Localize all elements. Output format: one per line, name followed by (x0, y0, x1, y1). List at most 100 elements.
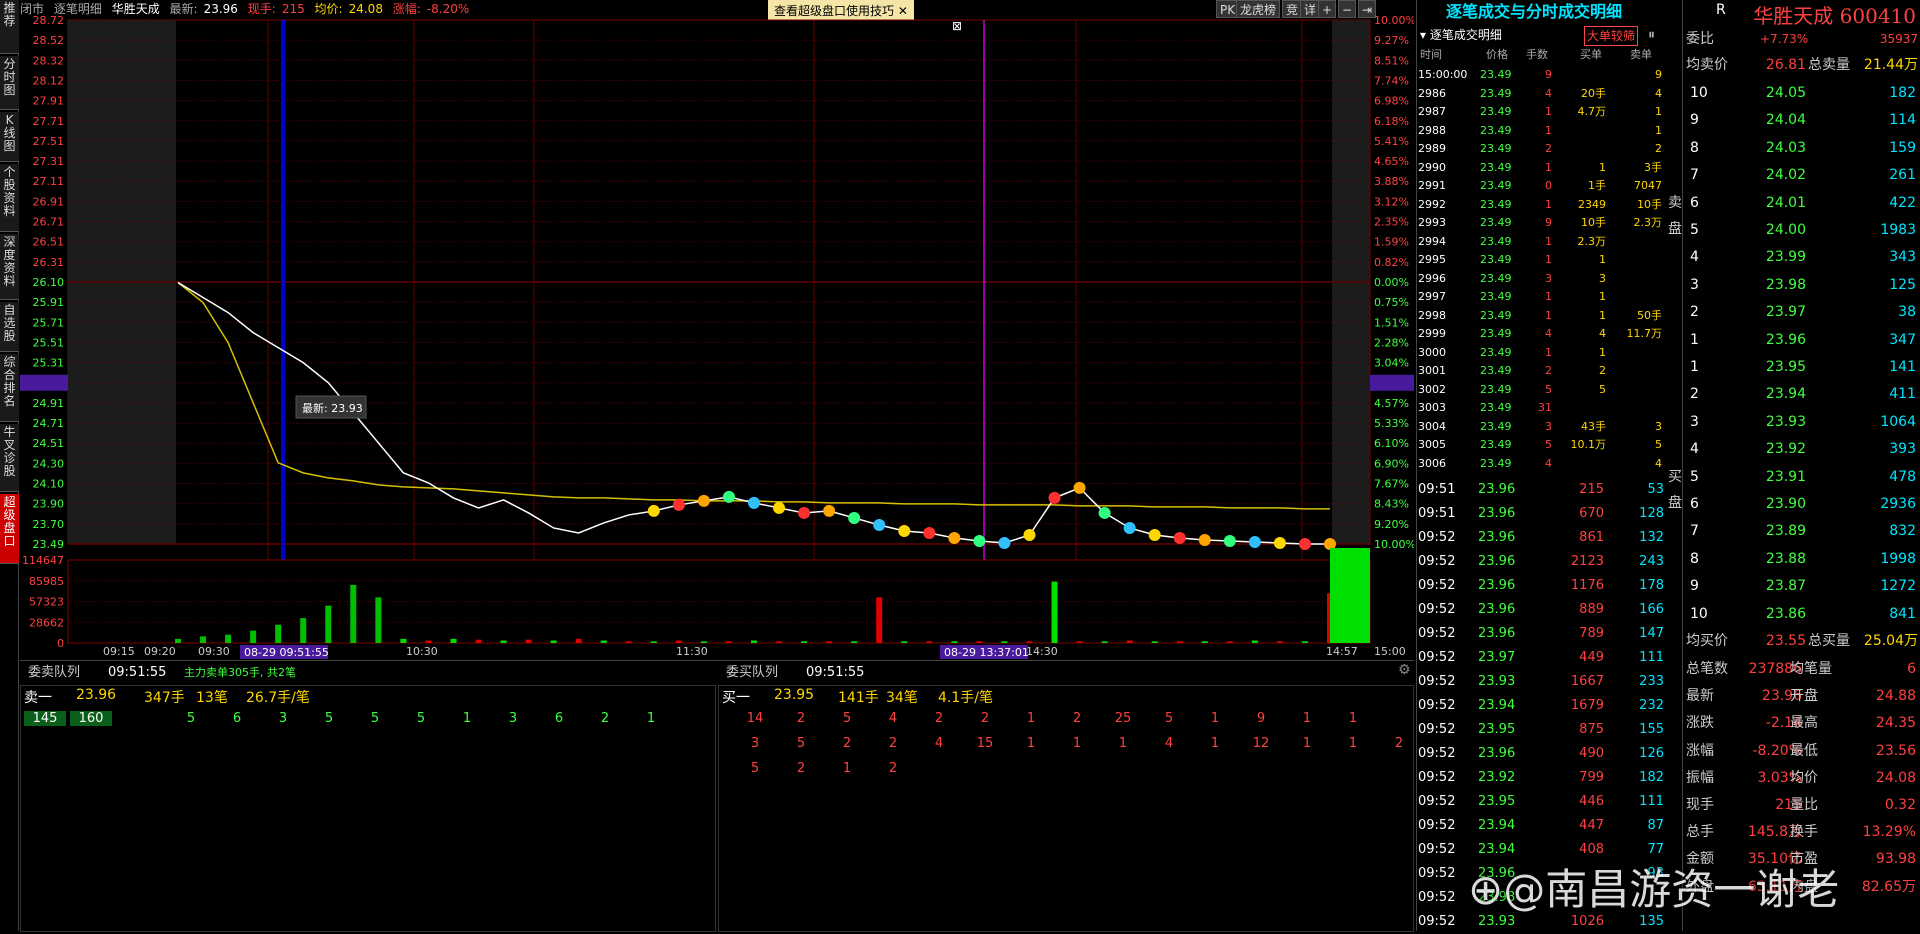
buy-queue-item: 2 (796, 761, 806, 776)
book-level-price: 23.87 (1765, 578, 1806, 595)
volume-bar (976, 641, 983, 643)
trade-cell (1566, 66, 1606, 84)
buy-queue-item: 2 (934, 711, 944, 726)
pct-tick-label: 9.27% (1374, 34, 1409, 47)
book-level[interactable]: 6 24.01 422 (1686, 190, 1920, 217)
trade-cell (1566, 122, 1606, 140)
book-level[interactable]: 8 23.88 1998 (1686, 546, 1920, 573)
buy-queue-item: 4 (888, 711, 898, 726)
trade-cell: 2994 (1418, 234, 1446, 248)
sidebar-item-1[interactable]: 分时图 (0, 56, 19, 110)
book-level[interactable]: 2 23.94 411 (1686, 381, 1920, 408)
book-level-vol: 393 (1889, 441, 1916, 458)
book-level[interactable]: 9 23.87 1272 (1686, 573, 1920, 600)
stat-cell: 涨幅 (1686, 742, 1714, 759)
volume-bar (650, 641, 657, 643)
trade-cell: 3 (1545, 271, 1552, 285)
minute-cell: 09:52 (1418, 866, 1456, 881)
gear-icon[interactable]: ⚙ (1398, 662, 1411, 678)
sidebar-item-6[interactable]: 综合排名 (0, 354, 19, 422)
trade-cell: 23.49 (1480, 308, 1512, 322)
minute-cell: 23.96 (1478, 626, 1516, 641)
book-level[interactable]: 5 23.91 478 (1686, 464, 1920, 491)
trade-cell: 3 (1655, 419, 1662, 433)
sell-queue-item[interactable]: 6 (216, 711, 258, 726)
book-level-vol: 841 (1889, 605, 1916, 622)
pct-tick-label: 6.98% (1374, 95, 1409, 108)
sell-queue-item[interactable]: 5 (170, 711, 212, 726)
sidebar-item-3[interactable]: 个股资料 (0, 164, 19, 232)
intraday-chart[interactable]: 28.72 10.00% 28.52 9.27% 28.32 8.51% 28.12 7.74… (20, 0, 1414, 668)
minute-cell: 23.94 (1478, 818, 1516, 833)
book-level-vol: 1064 (1880, 413, 1916, 430)
sell-queue-item[interactable]: 5 (400, 711, 442, 726)
sell-queue-item[interactable]: 3 (492, 711, 534, 726)
minute-cell: 09:52 (1418, 818, 1456, 833)
book-level-vol: 347 (1889, 331, 1916, 348)
buy-queue-item: 1 (842, 761, 852, 776)
pause-icon[interactable]: ⏸ (1648, 26, 1655, 44)
time-tick-label: 14:30 (1026, 645, 1058, 658)
price-tick-label: 25.71 (33, 316, 65, 329)
sell-queue-item[interactable]: 1 (630, 711, 672, 726)
sell-queue-item[interactable]: 3 (262, 711, 304, 726)
quote-stock-title: 华胜天成 600410 (1716, 0, 1916, 29)
minute-cell: 23.97 (1478, 650, 1516, 665)
book-level[interactable]: 1 23.96 347 (1686, 327, 1920, 354)
book-level[interactable]: 5 24.00 1983 (1686, 217, 1920, 244)
big-order-filter-button[interactable]: 大单较筛 (1584, 26, 1639, 46)
sidebar-item-4[interactable]: 深度资料 (0, 234, 19, 300)
book-level[interactable]: 7 24.02 261 (1686, 162, 1920, 189)
book-level-num: 4 (1690, 249, 1699, 266)
book-level[interactable]: 6 23.90 2936 (1686, 491, 1920, 518)
volume-bar (350, 584, 357, 643)
sidebar-item-7[interactable]: 牛叉诊股 (0, 424, 19, 492)
book-level[interactable]: 4 23.92 393 (1686, 436, 1920, 463)
stat-cell: 换手 (1790, 824, 1818, 841)
book-level[interactable]: 3 23.93 1064 (1686, 409, 1920, 436)
book-level[interactable]: 10 23.86 841 (1686, 601, 1920, 628)
trade-cell (1622, 399, 1662, 417)
book-level[interactable]: 7 23.89 832 (1686, 518, 1920, 545)
trade-dot (873, 518, 886, 531)
sell-queue-item[interactable]: 1 (446, 711, 488, 726)
book-level-price: 23.93 (1765, 413, 1806, 430)
sell-queue-item[interactable]: 6 (538, 711, 580, 726)
buy1-avg: 4.1手/笔 (938, 690, 993, 706)
vol-tick-label: 85985 (29, 575, 64, 588)
pct-tick-label: 6.18% (1374, 115, 1409, 128)
book-level-price: 23.94 (1765, 386, 1806, 403)
sell-queue-item[interactable]: 5 (308, 711, 350, 726)
book-level[interactable]: 3 23.98 125 (1686, 272, 1920, 299)
minute-cell: 23.94 (1478, 698, 1516, 713)
total-buy-label: 总买量 (1808, 633, 1850, 649)
stat-cell: 23.56 (1875, 742, 1916, 759)
sidebar-item-0[interactable]: 推荐 (0, 0, 19, 54)
book-level[interactable]: 8 24.03 159 (1686, 135, 1920, 162)
trade-cell: 5 (1655, 438, 1662, 451)
sell-queue-item[interactable]: 2 (584, 711, 626, 726)
sell-queue-item[interactable]: 160 (70, 711, 112, 726)
sell-queue-item[interactable]: 5 (354, 711, 396, 726)
book-level-num: 2 (1690, 386, 1699, 403)
sidebar-item-2[interactable]: K线图 (0, 112, 19, 162)
sell-queue-item[interactable]: 145 (24, 711, 66, 726)
total-sell-value: 21.44万 (1863, 57, 1918, 73)
book-level[interactable]: 10 24.05 182 (1686, 80, 1920, 107)
trade-cell: 23.49 (1480, 105, 1512, 118)
sidebar-item-5[interactable]: 自选股 (0, 302, 19, 352)
book-level-num: 3 (1690, 413, 1699, 430)
trade-detail-subtitle[interactable]: ▾ 逐笔成交明细 (1420, 26, 1502, 44)
book-level[interactable]: 9 24.04 114 (1686, 107, 1920, 134)
minute-cell: 09:52 (1418, 602, 1456, 617)
book-level[interactable]: 4 23.99 343 (1686, 244, 1920, 271)
trade-cell (1622, 270, 1662, 288)
trade-header-cell: 手数 (1526, 48, 1548, 61)
buy-queue-item: 1 (1072, 736, 1082, 751)
book-level[interactable]: 1 23.95 141 (1686, 354, 1920, 381)
sidebar-item-8[interactable]: 超级盘口 (0, 494, 19, 564)
minute-cell: 23.96 (1478, 578, 1516, 593)
stat-cell: 最低 (1790, 742, 1818, 759)
book-level[interactable]: 2 23.97 38 (1686, 299, 1920, 326)
trade-cell: 23.49 (1480, 364, 1512, 377)
